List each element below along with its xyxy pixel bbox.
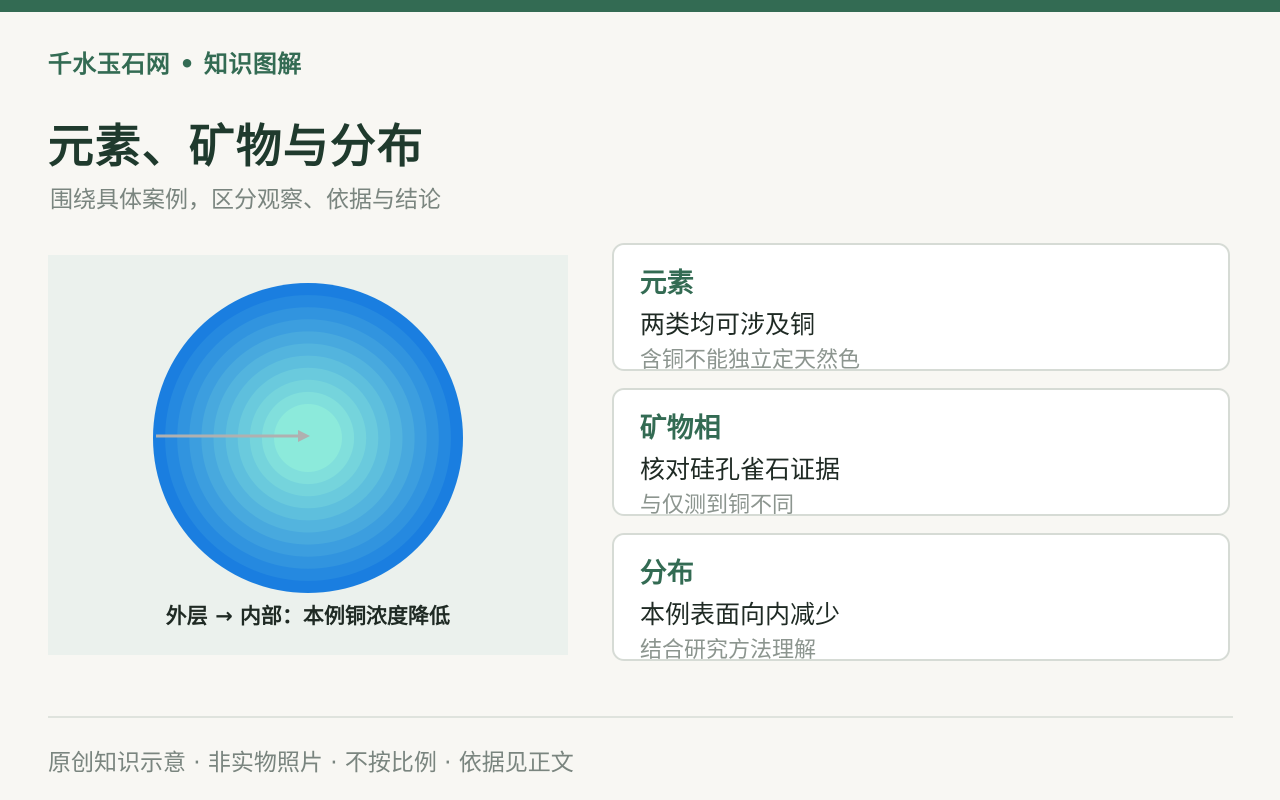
card-mineral-phase: 矿物相 核对硅孔雀石证据 与仅测到铜不同 [612,388,1230,518]
card-element: 元素 两类均可涉及铜 含铜不能独立定天然色 [612,243,1230,373]
card-distribution: 分布 本例表面向内减少 结合研究方法理解 [612,533,1230,663]
page-title: 元素、矿物与分布 [48,119,424,173]
card-title: 分布 [640,558,694,589]
footer-divider [48,716,1233,718]
card-statement: 核对硅孔雀石证据 [640,455,841,484]
card-title: 矿物相 [640,413,721,444]
card-note: 含铜不能独立定天然色 [640,348,861,373]
card-statement: 两类均可涉及铜 [640,310,816,339]
concentration-ring [274,404,342,472]
diagram-caption: 外层 → 内部：本例铜浓度降低 [165,604,451,628]
page-subtitle: 围绕具体案例，区分观察、依据与结论 [50,187,441,213]
card-title: 元素 [640,268,694,299]
concentration-diagram: 外层 → 内部：本例铜浓度降低 [48,255,568,655]
site-brand: 千水玉石网 • 知识图解 [48,50,303,78]
top-accent-bar [0,0,1280,12]
footer-disclaimer: 原创知识示意 · 非实物照片 · 不按比例 · 依据见正文 [48,750,574,776]
card-note: 与仅测到铜不同 [640,493,795,518]
gradient-disc-graphic [153,283,463,593]
concentration-rings [153,283,463,593]
card-statement: 本例表面向内减少 [640,600,841,629]
card-note: 结合研究方法理解 [640,638,817,663]
